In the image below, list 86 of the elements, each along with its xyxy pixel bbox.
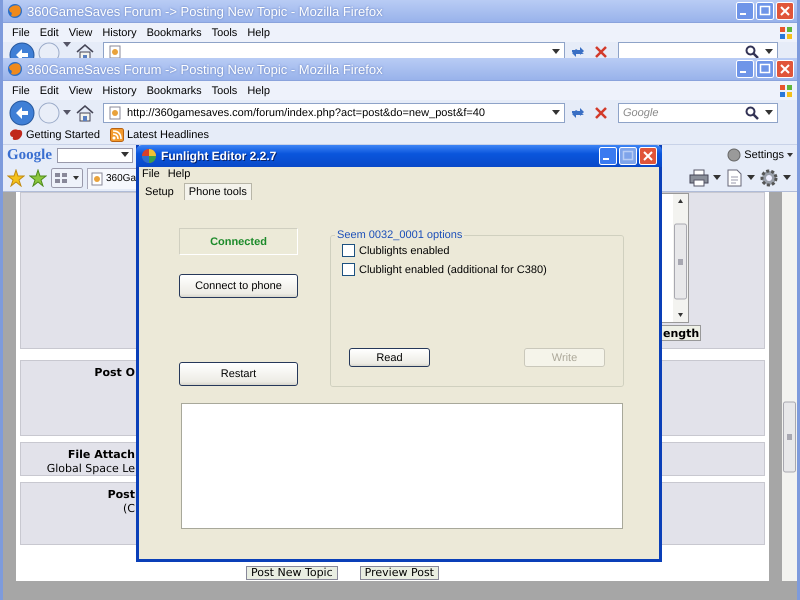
field-label: Post O xyxy=(94,366,135,379)
status-text: Connected xyxy=(210,236,267,248)
text-area[interactable] xyxy=(661,193,689,323)
menu-item[interactable]: File xyxy=(9,26,37,38)
menu-item[interactable]: History xyxy=(99,26,144,38)
tab[interactable]: Phone tools xyxy=(184,183,252,200)
page-icon xyxy=(108,106,122,120)
minimize-button[interactable] xyxy=(599,147,617,165)
dropdown-icon[interactable] xyxy=(552,110,560,116)
submit-button[interactable]: Preview Post xyxy=(360,566,439,580)
close-button[interactable] xyxy=(776,60,794,78)
dropdown-icon[interactable] xyxy=(713,175,721,181)
printer-icon[interactable] xyxy=(689,169,709,187)
button[interactable]: ength xyxy=(661,325,702,341)
dropdown-icon[interactable] xyxy=(765,49,773,55)
field-note: Global Space Le xyxy=(46,462,135,475)
menu-item[interactable]: File xyxy=(142,168,160,180)
dropdown-icon xyxy=(787,153,793,157)
checkbox-label: Clublights enabled xyxy=(359,244,450,256)
windows-flag-icon xyxy=(779,26,793,40)
menu-item[interactable]: File xyxy=(9,84,37,96)
settings-button[interactable]: Settings xyxy=(727,148,793,162)
search-icon[interactable] xyxy=(745,45,759,59)
star-icon[interactable] xyxy=(7,169,25,187)
search-placeholder: Google xyxy=(623,107,658,119)
menu-item[interactable]: Tools xyxy=(208,84,244,96)
dropdown-icon[interactable] xyxy=(121,152,129,158)
globe-icon xyxy=(7,61,23,77)
address-field[interactable]: http://360gamesaves.com/forum/index.php?act=post&do=new_post&f=40 xyxy=(103,103,565,123)
app-icon xyxy=(141,148,157,164)
field-label: File Attach xyxy=(68,448,135,461)
tab-grid-button[interactable] xyxy=(51,168,83,188)
page-icon xyxy=(90,172,104,186)
field-note: (C xyxy=(123,502,135,515)
menu-item[interactable]: History xyxy=(99,84,144,96)
submit-button[interactable]: Post New Topic xyxy=(246,566,338,580)
button[interactable]: Connect to phone xyxy=(179,274,298,298)
google-logo[interactable]: Google xyxy=(7,146,51,164)
rss-icon xyxy=(110,128,124,142)
page-icon[interactable] xyxy=(725,169,743,187)
dropdown-icon[interactable] xyxy=(783,175,791,181)
field-label: Post xyxy=(108,488,135,501)
menu-item[interactable]: Help xyxy=(244,26,277,38)
back-button[interactable] xyxy=(9,100,35,126)
menu-item[interactable]: Bookmarks xyxy=(144,84,209,96)
windows-flag-icon xyxy=(779,84,793,98)
window-title: 360GameSaves Forum -> Posting New Topic - Mozilla Firefox xyxy=(27,4,383,18)
window-title: Funlight Editor 2.2.7 xyxy=(161,149,276,163)
minimize-button[interactable] xyxy=(736,2,754,20)
button[interactable]: Restart xyxy=(179,362,298,386)
globe-icon xyxy=(7,3,23,19)
page-icon xyxy=(108,45,122,59)
window-title: 360GameSaves Forum -> Posting New Topic - Mozilla Firefox xyxy=(27,62,383,76)
scrollbar[interactable] xyxy=(782,192,797,581)
menu-item[interactable]: View xyxy=(66,84,100,96)
maximize-button[interactable] xyxy=(756,2,774,20)
checkbox-label: Clublight enabled (additional for C380) xyxy=(359,264,547,276)
plus-star-icon[interactable] xyxy=(29,169,47,187)
dropdown-icon[interactable] xyxy=(63,110,71,116)
circle-icon xyxy=(727,148,742,162)
dropdown-icon[interactable] xyxy=(747,175,755,181)
checkbox[interactable] xyxy=(342,244,355,257)
menu-item[interactable]: Edit xyxy=(36,26,66,38)
tab[interactable]: Setup xyxy=(141,184,178,200)
menu-item[interactable]: Tools xyxy=(208,26,244,38)
close-button[interactable] xyxy=(639,147,657,165)
search-field[interactable]: Google xyxy=(618,103,778,123)
search-icon[interactable] xyxy=(745,106,759,120)
bookmark-link[interactable]: Getting Started xyxy=(9,128,100,142)
group-title: Seem 0032_0001 options xyxy=(336,229,464,241)
bookmark-link[interactable]: Latest Headlines xyxy=(110,128,209,142)
menu-item[interactable]: Help xyxy=(168,168,190,180)
button[interactable]: Read xyxy=(349,348,430,367)
menu-item[interactable]: Help xyxy=(244,84,277,96)
dropdown-icon[interactable] xyxy=(765,110,773,116)
address-text: http://360gamesaves.com/forum/index.php?act=post&do=new_post&f=40 xyxy=(127,107,486,119)
bookmark-icon xyxy=(9,128,23,142)
scrollbar[interactable] xyxy=(673,194,688,322)
menu-item[interactable]: Edit xyxy=(36,84,66,96)
menu-item[interactable]: Bookmarks xyxy=(144,26,209,38)
checkbox[interactable] xyxy=(342,263,355,276)
close-button[interactable] xyxy=(776,2,794,20)
dropdown-icon[interactable] xyxy=(552,49,560,55)
home-button[interactable] xyxy=(74,103,96,123)
settings-icon[interactable] xyxy=(759,168,779,188)
menu-item[interactable]: View xyxy=(66,26,100,38)
